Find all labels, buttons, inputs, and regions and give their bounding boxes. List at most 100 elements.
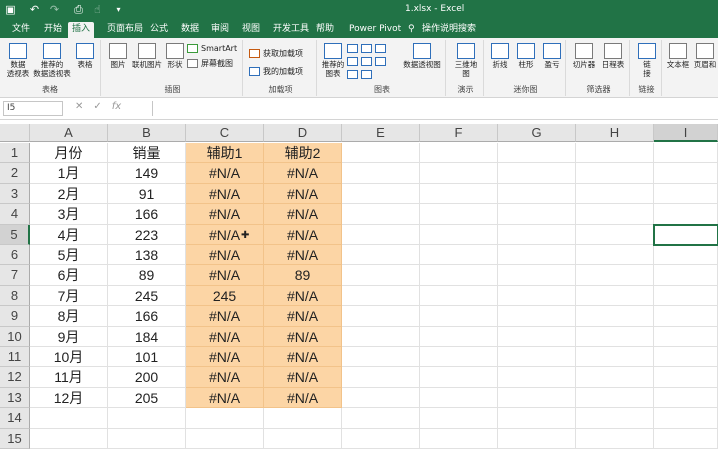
cell-i9[interactable] bbox=[654, 306, 718, 327]
tab-home[interactable]: 开始 bbox=[40, 22, 66, 38]
cell-e15[interactable] bbox=[342, 428, 420, 449]
row-header-13[interactable]: 13 bbox=[0, 387, 30, 409]
cell-c5[interactable]: #N/A bbox=[186, 224, 264, 245]
cell-b3[interactable]: 91 bbox=[108, 183, 186, 205]
save-icon[interactable]: ▣ bbox=[4, 3, 17, 16]
column-header-b[interactable]: B bbox=[108, 124, 186, 142]
tell-me-search[interactable]: 操作说明搜索 bbox=[418, 22, 480, 38]
cell-f6[interactable] bbox=[420, 245, 498, 266]
link-button[interactable]: 链接 bbox=[636, 43, 658, 78]
customize-qat-icon[interactable]: ▾ bbox=[112, 3, 125, 16]
cell-d13[interactable]: #N/A bbox=[264, 387, 342, 409]
cell-a4[interactable]: 3月 bbox=[30, 204, 108, 225]
tab-insert[interactable]: 插入 bbox=[68, 22, 95, 38]
cancel-icon[interactable]: ✕ bbox=[75, 101, 83, 112]
row-header-15[interactable]: 15 bbox=[0, 428, 30, 449]
row-header-3[interactable]: 3 bbox=[0, 183, 30, 205]
my-addins-button[interactable]: 我的加载项 bbox=[249, 66, 303, 77]
cell-g11[interactable] bbox=[498, 347, 576, 368]
cell-c9[interactable]: #N/A bbox=[186, 306, 264, 327]
cell-i11[interactable] bbox=[654, 347, 718, 368]
cell-g2[interactable] bbox=[498, 163, 576, 184]
cell-b11[interactable]: 101 bbox=[108, 347, 186, 368]
tab-view[interactable]: 视图 bbox=[238, 22, 264, 38]
cell-g9[interactable] bbox=[498, 306, 576, 327]
cell-f1[interactable] bbox=[420, 143, 498, 164]
timeline-button[interactable]: 日程表 bbox=[599, 43, 627, 69]
cell-d5[interactable]: #N/A bbox=[264, 224, 342, 245]
cell-b5[interactable]: 223 bbox=[108, 224, 186, 245]
cell-c2[interactable]: #N/A bbox=[186, 163, 264, 184]
cell-d7[interactable]: 89 bbox=[264, 265, 342, 286]
column-header-a[interactable]: A bbox=[30, 124, 108, 142]
tab-power-pivot[interactable]: Power Pivot bbox=[345, 22, 405, 38]
row-header-10[interactable]: 10 bbox=[0, 326, 30, 347]
sparkline-line-button[interactable]: 折线 bbox=[489, 43, 511, 69]
cell-g4[interactable] bbox=[498, 204, 576, 225]
tab-review[interactable]: 审阅 bbox=[207, 22, 233, 38]
row-header-8[interactable]: 8 bbox=[0, 285, 30, 307]
cell-c3[interactable]: #N/A bbox=[186, 183, 264, 205]
cell-f9[interactable] bbox=[420, 306, 498, 327]
row-header-4[interactable]: 4 bbox=[0, 204, 30, 225]
cell-d12[interactable]: #N/A bbox=[264, 367, 342, 388]
cell-a8[interactable]: 7月 bbox=[30, 285, 108, 307]
cell-d14[interactable] bbox=[264, 408, 342, 429]
smartart-button[interactable]: SmartArt bbox=[187, 44, 237, 53]
cell-i3[interactable] bbox=[654, 183, 718, 205]
cell-e10[interactable] bbox=[342, 326, 420, 347]
sparkline-column-button[interactable]: 柱形 bbox=[515, 43, 537, 69]
cell-b1[interactable]: 销量 bbox=[108, 143, 186, 164]
undo-icon[interactable]: ↶ bbox=[28, 3, 41, 16]
cell-i14[interactable] bbox=[654, 408, 718, 429]
tab-help[interactable]: 帮助 bbox=[312, 22, 338, 38]
tab-developer[interactable]: 开发工具 bbox=[269, 22, 313, 38]
cell-c4[interactable]: #N/A bbox=[186, 204, 264, 225]
table-button[interactable]: 表格 bbox=[74, 43, 96, 69]
shapes-button[interactable]: 形状 bbox=[164, 43, 186, 69]
cell-f14[interactable] bbox=[420, 408, 498, 429]
cell-g8[interactable] bbox=[498, 285, 576, 307]
cell-g1[interactable] bbox=[498, 143, 576, 164]
cell-g15[interactable] bbox=[498, 428, 576, 449]
cell-c6[interactable]: #N/A bbox=[186, 245, 264, 266]
row-header-1[interactable]: 1 bbox=[0, 143, 30, 164]
tab-data[interactable]: 数据 bbox=[177, 22, 203, 38]
cell-g5[interactable] bbox=[498, 224, 576, 245]
row-header-12[interactable]: 12 bbox=[0, 367, 30, 388]
cell-e9[interactable] bbox=[342, 306, 420, 327]
cell-b13[interactable]: 205 bbox=[108, 387, 186, 409]
recommended-charts-button[interactable]: 推荐的 图表 bbox=[321, 43, 345, 78]
cell-b10[interactable]: 184 bbox=[108, 326, 186, 347]
cell-b4[interactable]: 166 bbox=[108, 204, 186, 225]
cell-f12[interactable] bbox=[420, 367, 498, 388]
cell-i6[interactable] bbox=[654, 245, 718, 266]
cell-e6[interactable] bbox=[342, 245, 420, 266]
cell-e12[interactable] bbox=[342, 367, 420, 388]
cell-b12[interactable]: 200 bbox=[108, 367, 186, 388]
row-header-9[interactable]: 9 bbox=[0, 306, 30, 327]
get-addins-button[interactable]: 获取加载项 bbox=[249, 48, 303, 59]
cell-d15[interactable] bbox=[264, 428, 342, 449]
cell-i1[interactable] bbox=[654, 143, 718, 164]
textbox-button[interactable]: 文本框 bbox=[666, 43, 690, 69]
cell-d2[interactable]: #N/A bbox=[264, 163, 342, 184]
cell-f10[interactable] bbox=[420, 326, 498, 347]
screenshot-button[interactable]: 屏幕截图 bbox=[187, 58, 233, 69]
cell-d4[interactable]: #N/A bbox=[264, 204, 342, 225]
chart-types-row-1[interactable] bbox=[347, 44, 389, 53]
cell-b2[interactable]: 149 bbox=[108, 163, 186, 184]
cell-g14[interactable] bbox=[498, 408, 576, 429]
cell-e1[interactable] bbox=[342, 143, 420, 164]
cell-f11[interactable] bbox=[420, 347, 498, 368]
cell-h12[interactable] bbox=[576, 367, 654, 388]
column-header-d[interactable]: D bbox=[264, 124, 342, 142]
cell-h8[interactable] bbox=[576, 285, 654, 307]
pivot-table-button[interactable]: 数据 透视表 bbox=[4, 43, 32, 78]
insert-function-icon[interactable]: fx bbox=[112, 101, 121, 112]
recommended-pivot-button[interactable]: 推荐的 数据透视表 bbox=[32, 43, 72, 78]
cell-b9[interactable]: 166 bbox=[108, 306, 186, 327]
row-header-5[interactable]: 5 bbox=[0, 224, 30, 245]
cell-c11[interactable]: #N/A bbox=[186, 347, 264, 368]
cell-c14[interactable] bbox=[186, 408, 264, 429]
